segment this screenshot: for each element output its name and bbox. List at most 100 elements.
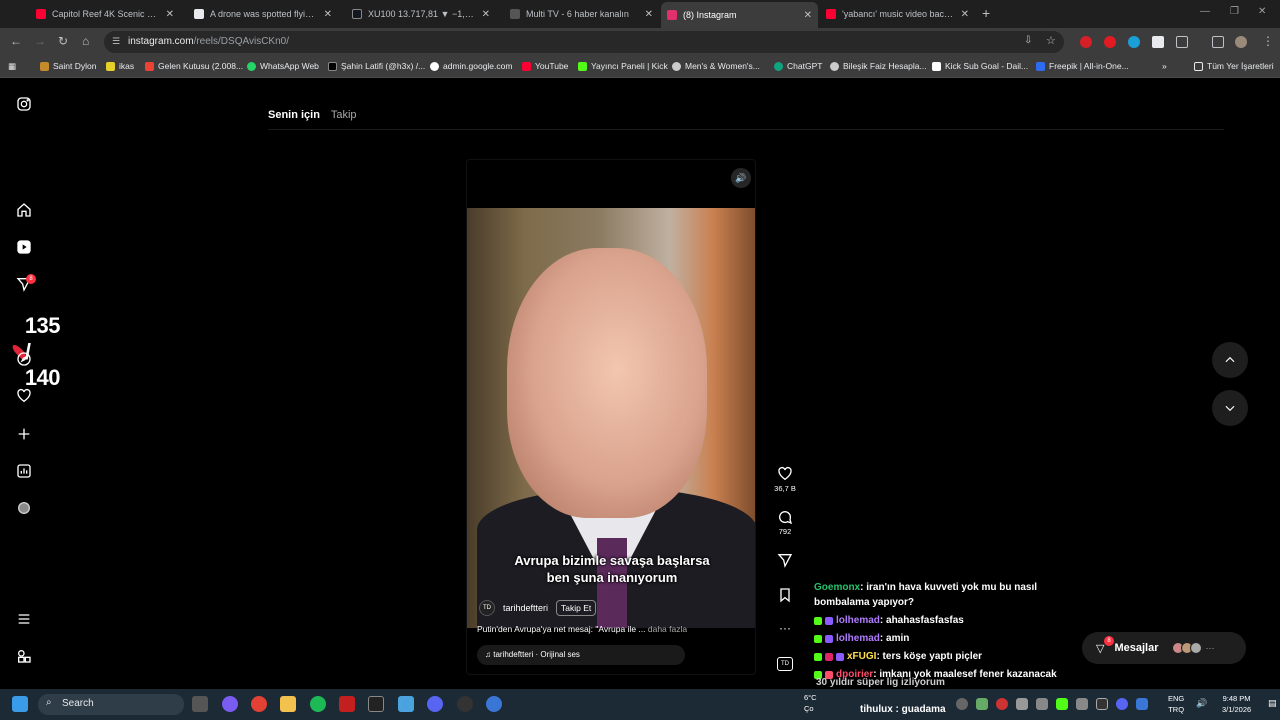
explore-icon[interactable] xyxy=(14,349,34,369)
maximize-button[interactable]: ❐ xyxy=(1230,6,1239,17)
app-icon[interactable] xyxy=(486,696,502,712)
task-view-icon[interactable] xyxy=(192,696,208,712)
taskbar-search[interactable]: ⌕ Search xyxy=(38,694,184,715)
close-icon[interactable]: ✕ xyxy=(961,9,969,20)
more-options-icon[interactable]: ··· xyxy=(774,621,796,635)
messages-button[interactable]: ▽ 8 Mesajlar ··· xyxy=(1082,632,1246,664)
bookmark-item[interactable]: ChatGPT xyxy=(774,61,822,71)
new-tab-button[interactable]: + xyxy=(982,5,990,21)
extension-icon[interactable] xyxy=(1104,36,1116,48)
app-icon[interactable] xyxy=(398,696,414,712)
spotify-icon[interactable] xyxy=(310,696,326,712)
volume-icon[interactable]: 🔊 xyxy=(731,168,751,188)
bookmark-item[interactable]: YouTube xyxy=(522,61,568,71)
tab-yabanci[interactable]: 'yabancı' music video backstag ✕ xyxy=(820,4,975,24)
tray-icon[interactable] xyxy=(1036,698,1048,710)
like-button[interactable]: 36,7 B xyxy=(774,466,796,493)
x-icon[interactable] xyxy=(368,696,384,712)
also-from-meta-icon[interactable] xyxy=(14,646,34,666)
previous-reel-button[interactable] xyxy=(1212,342,1248,378)
extensions-puzzle-icon[interactable] xyxy=(1176,36,1188,48)
create-icon[interactable] xyxy=(14,424,34,444)
tab-search-icon[interactable] xyxy=(1212,36,1224,48)
install-app-icon[interactable]: ⇩ xyxy=(1024,35,1032,46)
close-window-button[interactable]: ✕ xyxy=(1258,6,1266,17)
tray-icon[interactable] xyxy=(1016,698,1028,710)
home-icon[interactable] xyxy=(14,200,34,220)
reel-caption[interactable]: Putin'den Avrupa'ya net mesaj: "Avrupa i… xyxy=(477,624,687,634)
bookmark-item[interactable]: Bileşik Faiz Hesapla... xyxy=(830,61,927,71)
bookmark-item[interactable]: Freepik | All-in-One... xyxy=(1036,61,1129,71)
menu-dots-icon[interactable]: ⋮ xyxy=(1262,34,1274,48)
language-indicator[interactable]: ENG TRQ xyxy=(1168,693,1184,715)
profile-avatar[interactable] xyxy=(1235,36,1247,48)
file-explorer-icon[interactable] xyxy=(280,696,296,712)
tray-icon[interactable] xyxy=(956,698,968,710)
bluetooth-icon[interactable] xyxy=(1136,698,1148,710)
tab-drone[interactable]: A drone was spotted flying in t ✕ xyxy=(188,4,338,24)
apps-grid-icon[interactable]: ▦ xyxy=(8,61,16,72)
tab-multi-tv[interactable]: Multi TV - 6 haber kanalın ✕ xyxy=(504,4,659,24)
bookmark-item[interactable]: ikas xyxy=(106,61,134,71)
author-name[interactable]: tarihdeftteri xyxy=(503,603,548,613)
comment-button[interactable]: 792 xyxy=(774,509,796,536)
minimize-button[interactable]: — xyxy=(1200,6,1210,17)
app-icon[interactable] xyxy=(457,696,473,712)
close-icon[interactable]: ✕ xyxy=(482,9,490,20)
profile-avatar[interactable] xyxy=(14,498,34,518)
audio-attribution[interactable]: ♫ tarihdeftteri · Orijinal ses xyxy=(477,645,685,665)
bookmark-item[interactable]: Yayıncı Paneli | Kick xyxy=(578,61,668,71)
instagram-logo-icon[interactable] xyxy=(14,94,34,114)
reels-icon[interactable] xyxy=(14,237,34,257)
close-icon[interactable]: ✕ xyxy=(166,9,174,20)
forward-icon[interactable]: → xyxy=(34,34,46,48)
dashboard-icon[interactable] xyxy=(14,461,34,481)
tab-capitol-reef[interactable]: Capitol Reef 4K Scenic Drive | U ✕ xyxy=(30,4,180,24)
bookmark-item[interactable]: WhatsApp Web xyxy=(247,61,319,71)
notification-icon[interactable]: ▤ xyxy=(1268,698,1277,709)
tab-following[interactable]: Takip xyxy=(331,109,357,121)
tray-icon[interactable] xyxy=(1056,698,1068,710)
all-bookmarks-folder[interactable]: Tüm Yer İşaretleri xyxy=(1194,61,1274,71)
home-icon[interactable]: ⌂ xyxy=(82,34,89,48)
tray-icon[interactable] xyxy=(1096,698,1108,710)
bookmark-item[interactable]: Men's & Women's... xyxy=(672,61,760,71)
more-link[interactable]: daha fazla xyxy=(648,624,687,634)
system-clock[interactable]: 9:48 PM 3/1/2026 xyxy=(1222,693,1251,715)
chrome-icon[interactable] xyxy=(251,696,267,712)
extension-icon[interactable] xyxy=(1128,36,1140,48)
bookmark-item[interactable]: Şahin Latifi (@h3x) /... xyxy=(328,61,425,71)
author-avatar[interactable]: TD xyxy=(479,600,495,616)
tray-icon[interactable] xyxy=(996,698,1008,710)
bookmarks-overflow-icon[interactable]: » xyxy=(1162,61,1167,71)
address-bar[interactable]: ☰ instagram.com/reels/DSQAvisCKn0/ ⇩ ☆ xyxy=(104,31,1064,53)
bookmark-item[interactable]: Saint Dylon xyxy=(40,61,96,71)
steam-icon[interactable] xyxy=(1076,698,1088,710)
extension-icon[interactable] xyxy=(1152,36,1164,48)
tab-instagram[interactable]: (8) Instagram ✕ xyxy=(661,2,818,28)
reel-video[interactable]: 🔊 Avrupa bizimle savaşa başlarsa ben şun… xyxy=(466,159,756,675)
back-icon[interactable]: ← xyxy=(10,34,22,48)
volume-icon[interactable]: 🔊 xyxy=(1196,698,1207,709)
discord-icon[interactable] xyxy=(427,696,443,712)
more-menu-icon[interactable] xyxy=(14,609,34,629)
follow-button[interactable]: Takip Et xyxy=(556,600,597,616)
bookmark-item[interactable]: Kick Sub Goal - Dail... xyxy=(932,61,1028,71)
windows-start-icon[interactable] xyxy=(12,696,28,712)
extension-icon[interactable] xyxy=(1080,36,1092,48)
close-icon[interactable]: ✕ xyxy=(804,10,812,21)
tab-for-you[interactable]: Senin için xyxy=(268,109,320,121)
audio-thumbnail[interactable]: TD xyxy=(774,657,796,671)
bookmark-item[interactable]: Gelen Kutusu (2.008... xyxy=(145,61,243,71)
share-button[interactable] xyxy=(774,552,796,570)
reload-icon[interactable]: ↻ xyxy=(58,34,68,48)
save-button[interactable] xyxy=(774,587,796,605)
close-icon[interactable]: ✕ xyxy=(324,9,332,20)
bookmark-star-icon[interactable]: ☆ xyxy=(1046,34,1056,47)
site-info-icon[interactable]: ☰ xyxy=(112,36,120,47)
close-icon[interactable]: ✕ xyxy=(645,9,653,20)
heart-icon[interactable] xyxy=(14,386,34,406)
weather-temp[interactable]: 6°C xyxy=(804,693,817,702)
bookmark-item[interactable]: admin.google.com xyxy=(430,61,512,71)
tab-xu100[interactable]: XU100 13.717,81 ▼ −1,16% ✕ xyxy=(346,4,496,24)
